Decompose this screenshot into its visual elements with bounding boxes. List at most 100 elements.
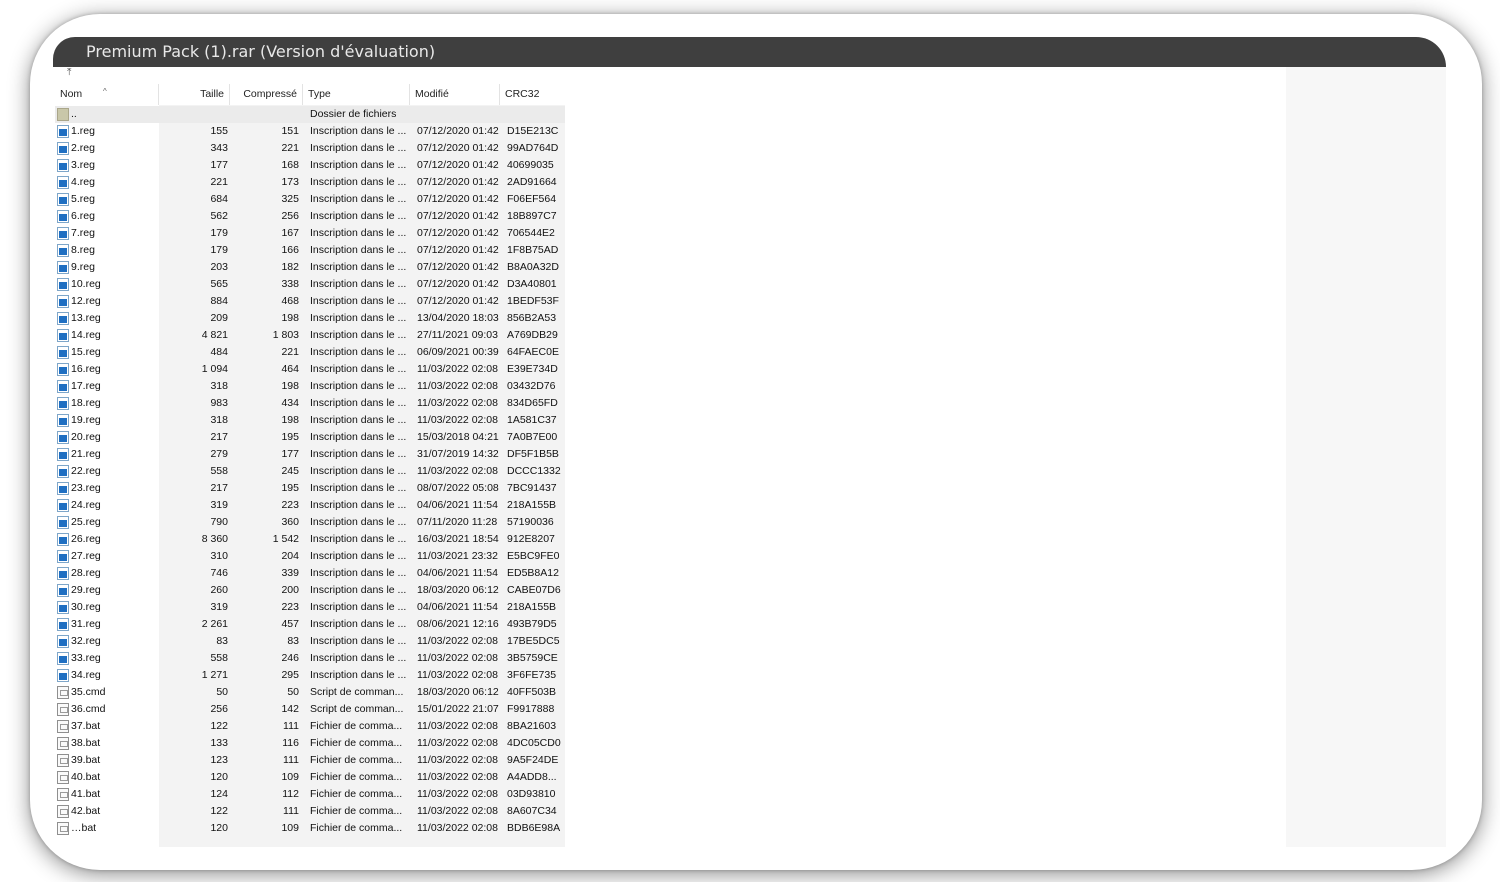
file-row[interactable]: 12.reg 884 468 Inscription dans le ... 07/12… — [55, 293, 565, 310]
file-name-cell: 10.reg — [55, 276, 159, 293]
file-row[interactable]: 34.reg 1 271 295 Inscription dans le ... 11/… — [55, 667, 565, 684]
file-type-cell: Inscription dans le ... — [310, 278, 407, 290]
file-size-cell: 179 — [210, 227, 228, 239]
file-compressed-cell: 221 — [281, 346, 299, 358]
file-row[interactable]: 26.reg 8 360 1 542 Inscription dans le ... 1… — [55, 531, 565, 548]
file-name-cell: 21.reg — [55, 446, 159, 463]
file-row[interactable]: 27.reg 310 204 Inscription dans le ... 11/03… — [55, 548, 565, 565]
file-name-cell: 34.reg — [55, 667, 159, 684]
file-row[interactable]: 9.reg 203 182 Inscription dans le ... 07/12/… — [55, 259, 565, 276]
file-row[interactable]: 10.reg 565 338 Inscription dans le ... 07/12… — [55, 276, 565, 293]
file-row[interactable]: 36.cmd 256 142 Script de comman... 15/01/202… — [55, 701, 565, 718]
file-row[interactable]: 42.bat 122 111 Fichier de comma... 11/03/202… — [55, 803, 565, 820]
parent-folder-row[interactable]: .. Dossier de fichiers — [55, 106, 565, 123]
column-header-compressed[interactable]: Compressé — [230, 84, 303, 105]
file-row[interactable]: 28.reg 746 339 Inscription dans le ... 04/06… — [55, 565, 565, 582]
registry-file-icon — [57, 295, 69, 308]
file-crc32-cell: ED5B8A12 — [507, 567, 559, 579]
file-row[interactable]: 39.bat 123 111 Fichier de comma... 11/03/202… — [55, 752, 565, 769]
registry-file-icon — [57, 652, 69, 665]
file-crc32-cell: A4ADD8... — [507, 771, 557, 783]
file-modified-cell: 07/12/2020 01:42 — [417, 159, 499, 171]
file-name-cell: 20.reg — [55, 429, 159, 446]
file-type-cell: Inscription dans le ... — [310, 244, 407, 256]
file-row[interactable]: 13.reg 209 198 Inscription dans le ... 13/04… — [55, 310, 565, 327]
file-row[interactable]: 41.bat 124 112 Fichier de comma... 11/03/202… — [55, 786, 565, 803]
file-size-cell: 221 — [210, 176, 228, 188]
file-row[interactable]: 18.reg 983 434 Inscription dans le ... 11/03… — [55, 395, 565, 412]
registry-file-icon — [57, 567, 69, 580]
file-row[interactable]: 7.reg 179 167 Inscription dans le ... 07/12/… — [55, 225, 565, 242]
file-row[interactable]: 33.reg 558 246 Inscription dans le ... 11/03… — [55, 650, 565, 667]
file-row[interactable]: 38.bat 133 116 Fichier de comma... 11/03/202… — [55, 735, 565, 752]
file-modified-cell: 07/12/2020 01:42 — [417, 176, 499, 188]
file-row[interactable]: 23.reg 217 195 Inscription dans le ... 08/07… — [55, 480, 565, 497]
file-compressed-cell: 468 — [281, 295, 299, 307]
file-name: 35.cmd — [71, 686, 106, 698]
file-crc32-cell: 3B5759CE — [507, 652, 558, 664]
column-header-modified[interactable]: Modifié — [410, 84, 500, 105]
file-name-cell: 16.reg — [55, 361, 159, 378]
file-compressed-cell: 339 — [281, 567, 299, 579]
up-arrow-icon[interactable]: ⤒ — [67, 67, 71, 78]
file-row[interactable]: 30.reg 319 223 Inscription dans le ... 04/06… — [55, 599, 565, 616]
file-row[interactable]: 37.bat 122 111 Fichier de comma... 11/03/202… — [55, 718, 565, 735]
file-type-cell: Inscription dans le ... — [310, 465, 407, 477]
file-row[interactable]: 16.reg 1 094 464 Inscription dans le ... 11/… — [55, 361, 565, 378]
file-compressed-cell: 83 — [287, 635, 299, 647]
file-modified-cell: 31/07/2019 14:32 — [417, 448, 499, 460]
column-header-type[interactable]: Type — [303, 84, 410, 105]
file-size-cell: 179 — [210, 244, 228, 256]
file-crc32-cell: E39E734D — [507, 363, 558, 375]
file-name-cell: 19.reg — [55, 412, 159, 429]
file-crc32-cell: 99AD764D — [507, 142, 559, 154]
file-crc32-cell: A769DB29 — [507, 329, 558, 341]
file-name: 3.reg — [71, 159, 95, 171]
file-row[interactable]: 8.reg 179 166 Inscription dans le ... 07/12/… — [55, 242, 565, 259]
file-compressed-cell: 168 — [281, 159, 299, 171]
file-type-cell: Inscription dans le ... — [310, 669, 407, 681]
file-modified-cell: 15/03/2018 04:21 — [417, 431, 499, 443]
file-compressed-cell: 111 — [283, 720, 299, 732]
file-row[interactable]: 5.reg 684 325 Inscription dans le ... 07/12/… — [55, 191, 565, 208]
file-row[interactable]: 17.reg 318 198 Inscription dans le ... 11/03… — [55, 378, 565, 395]
file-modified-cell: 11/03/2022 02:08 — [417, 397, 498, 409]
registry-file-icon — [57, 261, 69, 274]
file-row[interactable]: 22.reg 558 245 Inscription dans le ... 11/03… — [55, 463, 565, 480]
file-row[interactable]: 3.reg 177 168 Inscription dans le ... 07/12/… — [55, 157, 565, 174]
script-file-icon — [57, 720, 69, 733]
file-compressed-cell: 195 — [281, 431, 299, 443]
file-row[interactable]: 25.reg 790 360 Inscription dans le ... 07/11… — [55, 514, 565, 531]
file-size-cell: 558 — [210, 465, 228, 477]
file-crc32-cell: 3F6FE735 — [507, 669, 557, 681]
file-size-cell: 203 — [210, 261, 228, 273]
file-row[interactable]: 4.reg 221 173 Inscription dans le ... 07/12/… — [55, 174, 565, 191]
file-row[interactable]: 2.reg 343 221 Inscription dans le ... 07/12/… — [55, 140, 565, 157]
file-name: 36.cmd — [71, 703, 106, 715]
file-size-cell: 120 — [210, 771, 228, 783]
file-row[interactable]: 15.reg 484 221 Inscription dans le ... 06/09… — [55, 344, 565, 361]
file-row[interactable]: 1.reg 155 151 Inscription dans le ... 07/12/… — [55, 123, 565, 140]
file-crc32-cell: 7A0B7E00 — [507, 431, 558, 443]
file-row[interactable]: 24.reg 319 223 Inscription dans le ... 04/06… — [55, 497, 565, 514]
file-row[interactable]: 35.cmd 50 50 Script de comman... 18/03/2020 … — [55, 684, 565, 701]
registry-file-icon — [57, 584, 69, 597]
file-size-cell: 310 — [210, 550, 228, 562]
file-row[interactable]: 21.reg 279 177 Inscription dans le ... 31/07… — [55, 446, 565, 463]
file-type-cell: Inscription dans le ... — [310, 448, 407, 460]
file-row[interactable]: 20.reg 217 195 Inscription dans le ... 15/03… — [55, 429, 565, 446]
file-row[interactable]: 19.reg 318 198 Inscription dans le ... 11/03… — [55, 412, 565, 429]
file-row[interactable]: 14.reg 4 821 1 803 Inscription dans le ... 2… — [55, 327, 565, 344]
file-row[interactable]: …bat 120 109 Fichier de comma... 11/03/2022 … — [55, 820, 565, 837]
column-header-crc32[interactable]: CRC32 — [500, 84, 565, 105]
file-row[interactable]: 40.bat 120 109 Fichier de comma... 11/03/202… — [55, 769, 565, 786]
file-row[interactable]: 31.reg 2 261 457 Inscription dans le ... 08/… — [55, 616, 565, 633]
file-row[interactable]: 6.reg 562 256 Inscription dans le ... 07/12/… — [55, 208, 565, 225]
file-row[interactable]: 29.reg 260 200 Inscription dans le ... 18/03… — [55, 582, 565, 599]
column-header-size[interactable]: Taille — [159, 84, 230, 105]
column-header-name[interactable]: Nom ^ — [55, 84, 159, 105]
file-row[interactable]: 32.reg 83 83 Inscription dans le ... 11/03/2… — [55, 633, 565, 650]
file-size-cell: 684 — [210, 193, 228, 205]
file-crc32-cell: 8BA21603 — [507, 720, 557, 732]
file-compressed-cell: 166 — [281, 244, 299, 256]
